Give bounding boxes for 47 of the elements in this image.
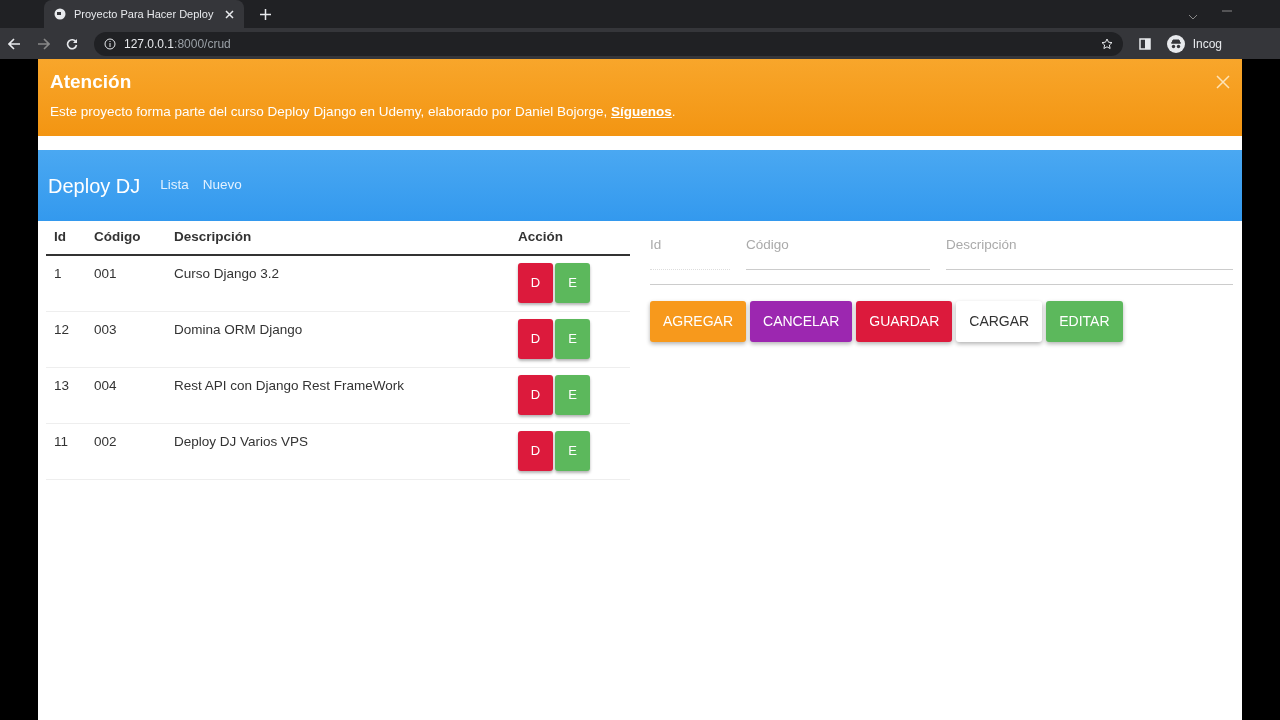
input-field[interactable]: Código: [746, 225, 930, 271]
star-icon[interactable]: [1100, 37, 1113, 50]
back-icon[interactable]: [8, 37, 21, 50]
table-cell: 003: [86, 311, 166, 368]
table-cell: 12: [46, 311, 86, 368]
new-tab-icon[interactable]: [260, 9, 271, 20]
chevron-icon[interactable]: [1188, 14, 1198, 20]
action-button[interactable]: CANCELAR: [750, 301, 853, 343]
table-cell: Rest API con Django Rest FrameWork: [166, 367, 510, 424]
delete-button[interactable]: D: [518, 375, 553, 415]
action-button[interactable]: CARGAR: [956, 301, 1043, 343]
forward-icon[interactable]: [37, 37, 50, 50]
url-text[interactable]: 127.0.0.1:8000/crud: [124, 34, 231, 53]
table-cell: 1: [46, 255, 86, 312]
brand[interactable]: Deploy DJ: [48, 170, 141, 201]
nav-link[interactable]: Lista: [160, 175, 189, 196]
action-button[interactable]: GUARDAR: [856, 301, 953, 343]
action-button[interactable]: EDITAR: [1046, 301, 1123, 343]
table-cell: Domina ORM Django: [166, 311, 510, 368]
edit-button[interactable]: E: [555, 375, 590, 415]
table-cell: 001: [86, 255, 166, 312]
incognito-icon[interactable]: [1166, 34, 1185, 53]
table-cell: Deploy DJ Varios VPS: [166, 423, 510, 480]
delete-button[interactable]: D: [518, 319, 553, 359]
alert-title: Atención: [50, 71, 133, 94]
column-header: Id: [46, 221, 86, 255]
alert-text: Este proyecto forma parte del curso Deploy Django en Udemy, elaborado por Daniel Bojorge, Síguenos.: [50, 102, 677, 121]
delete-button[interactable]: D: [518, 263, 553, 303]
table-cell: 002: [86, 423, 166, 480]
table-cell: Curso Django 3.2: [166, 255, 510, 312]
edit-button[interactable]: E: [555, 431, 590, 471]
input-field[interactable]: Descripción: [946, 225, 1233, 271]
close-icon[interactable]: [225, 9, 234, 19]
column-header: Código: [86, 221, 166, 255]
table-cell: 13: [46, 367, 86, 424]
reload-icon[interactable]: [66, 37, 78, 50]
edit-button[interactable]: E: [555, 263, 590, 303]
table-cell: 11: [46, 423, 86, 480]
delete-button[interactable]: D: [518, 431, 553, 471]
profile-label[interactable]: Incog: [1192, 34, 1222, 53]
column-header: Descripción: [166, 221, 510, 255]
table-cell: 004: [86, 367, 166, 424]
info-icon[interactable]: [104, 37, 116, 50]
column-header: Acción: [510, 221, 630, 255]
address-bar[interactable]: 127.0.0.1:8000/crud: [94, 31, 1123, 56]
side-panel-icon[interactable]: [1138, 37, 1151, 50]
edit-button[interactable]: E: [555, 319, 590, 359]
